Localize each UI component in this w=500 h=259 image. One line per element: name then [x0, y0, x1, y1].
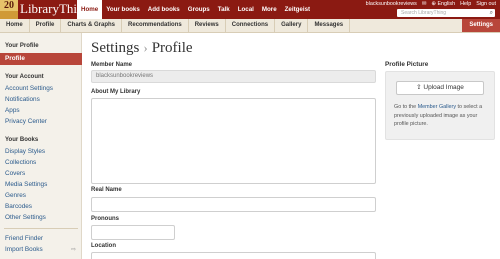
topnav-home[interactable]: Home: [77, 0, 103, 19]
sidebar: Your Profile Profile Your Account Accoun…: [0, 33, 82, 259]
profile-picture-panel: ⇪ Upload Image Go to the Member Gallery …: [385, 71, 495, 140]
globe-icon: ⊕: [431, 1, 436, 7]
sidebar-item-apps[interactable]: Apps: [5, 107, 20, 114]
subnav-gallery[interactable]: Gallery: [275, 19, 309, 32]
location-field[interactable]: [91, 252, 376, 259]
logo-number: 20: [4, 0, 14, 11]
subnav-profile[interactable]: Profile: [30, 19, 62, 32]
user-links: blacksunbookreviews ✉ ⊕ English Help Sig…: [366, 1, 496, 8]
subnav-home[interactable]: Home: [0, 19, 30, 32]
sub-nav: Home Profile Charts & Graphs Recommendat…: [0, 19, 500, 33]
subnav-charts-graphs[interactable]: Charts & Graphs: [61, 19, 123, 32]
profile-picture-title: Profile Picture: [385, 61, 429, 68]
search-icon[interactable]: ⌕: [490, 9, 493, 17]
sidebar-item-other-settings[interactable]: Other Settings: [5, 214, 46, 221]
sidebar-heading-your-profile: Your Profile: [5, 43, 39, 49]
sidebar-heading-your-account: Your Account: [5, 74, 44, 80]
about-library-label: About My Library: [91, 89, 141, 95]
topnav-more[interactable]: More: [258, 0, 281, 19]
profile-picture-help: Go to the Member Gallery to select a pre…: [394, 103, 492, 129]
username-link[interactable]: blacksunbookreviews: [366, 1, 417, 8]
sidebar-item-profile[interactable]: Profile: [0, 53, 82, 65]
logo-badge[interactable]: 20: [0, 0, 18, 19]
sidebar-item-genres[interactable]: Genres: [5, 192, 26, 199]
topnav-local[interactable]: Local: [234, 0, 258, 19]
member-name-value: blacksunbookreviews: [96, 73, 154, 79]
real-name-label: Real Name: [91, 187, 122, 193]
topnav-groups[interactable]: Groups: [184, 0, 214, 19]
sidebar-item-friend-finder[interactable]: Friend Finder: [5, 235, 43, 242]
page-title: Settings › Profile: [91, 40, 193, 57]
page-title-profile: Profile: [151, 40, 193, 56]
breadcrumb-separator-icon: ›: [143, 40, 148, 55]
sidebar-item-account-settings[interactable]: Account Settings: [5, 85, 53, 92]
mail-icon[interactable]: ✉: [422, 1, 427, 8]
member-name-field: blacksunbookreviews: [91, 70, 376, 83]
upload-image-button[interactable]: ⇪ Upload Image: [396, 81, 484, 95]
sidebar-item-import-books[interactable]: Import Books: [5, 246, 43, 253]
top-nav: Home Your books Add books Groups Talk Lo…: [77, 0, 314, 19]
logo-badge-stripe: [0, 11, 18, 19]
help-link[interactable]: Help: [460, 1, 471, 8]
sidebar-item-notifications[interactable]: Notifications: [5, 96, 40, 103]
help-text-pre: Go to the: [394, 104, 418, 110]
search-input[interactable]: Search LibraryThing ⌕: [397, 9, 495, 17]
topnav-add-books[interactable]: Add books: [144, 0, 184, 19]
search-placeholder: Search LibraryThing: [401, 10, 447, 16]
language-label: English: [437, 1, 456, 7]
subnav-connections[interactable]: Connections: [226, 19, 276, 32]
sidebar-item-media-settings[interactable]: Media Settings: [5, 181, 47, 188]
location-label: Location: [91, 243, 116, 249]
subnav-reviews[interactable]: Reviews: [189, 19, 226, 32]
upload-icon: ⇪: [416, 84, 422, 91]
subnav-messages[interactable]: Messages: [308, 19, 351, 32]
subnav-recommendations[interactable]: Recommendations: [122, 19, 189, 32]
top-bar: 20 LibraryThing Home Your books Add book…: [0, 0, 500, 19]
signout-link[interactable]: Sign out: [476, 1, 496, 8]
sidebar-item-privacy-center[interactable]: Privacy Center: [5, 118, 47, 125]
page-title-settings: Settings: [91, 40, 140, 56]
topnav-your-books[interactable]: Your books: [102, 0, 144, 19]
language-link[interactable]: ⊕ English: [431, 1, 455, 8]
real-name-field[interactable]: [91, 197, 376, 212]
member-gallery-link[interactable]: Member Gallery: [418, 104, 456, 110]
sidebar-heading-your-books: Your Books: [5, 137, 39, 143]
sidebar-item-display-styles[interactable]: Display Styles: [5, 148, 45, 155]
topnav-zeitgeist[interactable]: Zeitgeist: [281, 0, 314, 19]
sidebar-item-covers[interactable]: Covers: [5, 170, 25, 177]
topnav-talk[interactable]: Talk: [214, 0, 234, 19]
sidebar-divider: [4, 228, 78, 229]
sidebar-item-barcodes[interactable]: Barcodes: [5, 203, 32, 210]
pronouns-label: Pronouns: [91, 216, 119, 222]
pronouns-field[interactable]: [91, 225, 175, 240]
upload-image-label: Upload Image: [423, 84, 464, 91]
app-root: 20 LibraryThing Home Your books Add book…: [0, 0, 500, 259]
import-arrow-icon: ⇨: [71, 247, 77, 253]
sidebar-item-collections[interactable]: Collections: [5, 159, 36, 166]
subnav-settings[interactable]: Settings: [462, 19, 500, 32]
about-library-textarea[interactable]: [91, 98, 376, 184]
member-name-label: Member Name: [91, 62, 133, 68]
